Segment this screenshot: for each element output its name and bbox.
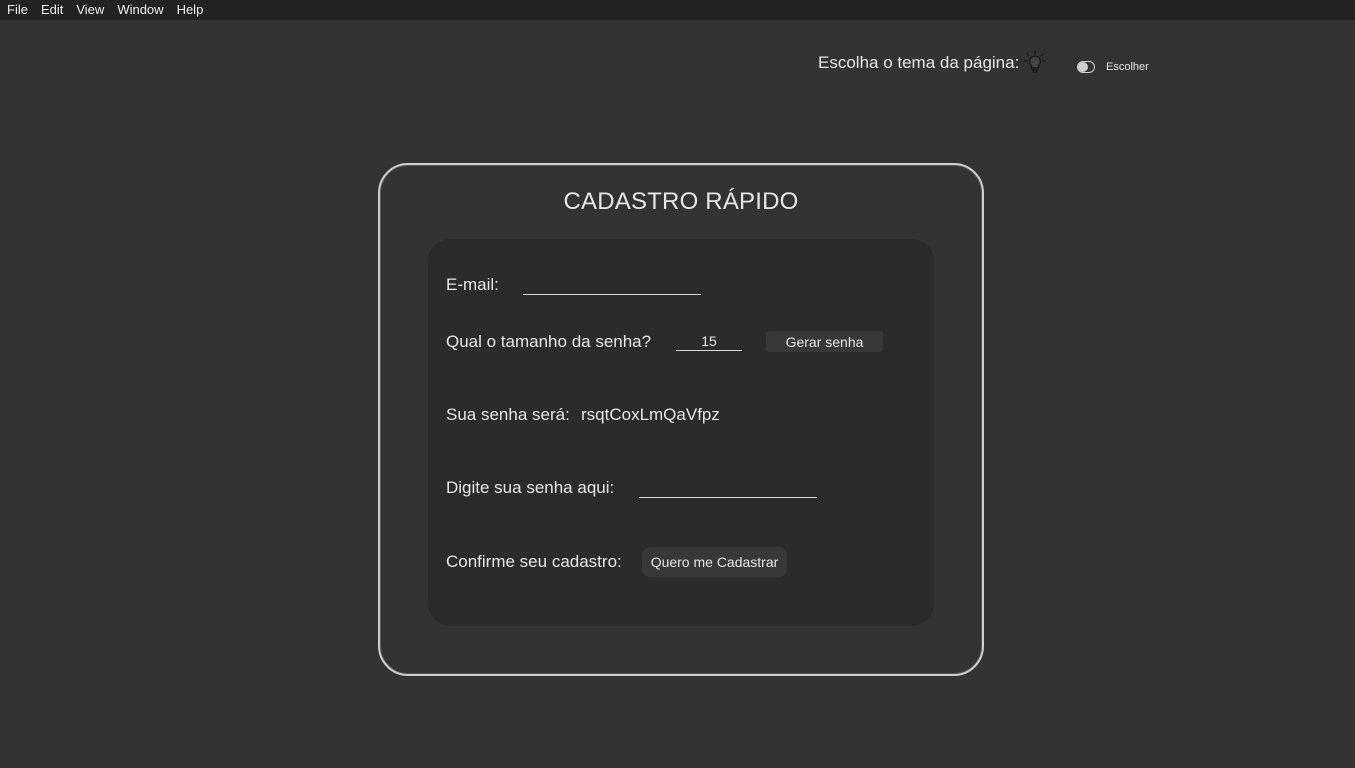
toggle-switch[interactable] [1077, 61, 1095, 73]
generated-password-value: rsqtCoxLmQaVfpz [581, 405, 720, 424]
toggle-knob [1078, 62, 1088, 72]
menu-help[interactable]: Help [170, 0, 210, 20]
generate-password-button[interactable]: Gerar senha [766, 331, 883, 352]
lightbulb-icon [1024, 50, 1047, 76]
email-field[interactable] [523, 276, 701, 295]
menu-bar: File Edit View Window Help [0, 0, 1355, 20]
menu-file[interactable]: File [0, 0, 34, 20]
theme-picker: Escolha o tema da página: [818, 50, 1047, 76]
theme-toggle[interactable]: Escolher [1077, 61, 1149, 73]
password-size-input[interactable] [676, 332, 742, 351]
menu-window[interactable]: Window [110, 0, 169, 20]
register-button[interactable]: Quero me Cadastrar [642, 547, 787, 577]
menu-edit[interactable]: Edit [34, 0, 69, 20]
email-label: E-mail: [446, 275, 499, 294]
generated-password-label: Sua senha será: [446, 405, 570, 424]
menu-view[interactable]: View [69, 0, 110, 20]
confirm-label: Confirme seu cadastro: [446, 552, 622, 571]
toggle-label: Escolher [1106, 61, 1149, 73]
password-size-label: Qual o tamanho da senha? [446, 332, 652, 351]
signup-card: CADASTRO RÁPIDO E-mail: Qual o tamanho d… [378, 163, 984, 676]
theme-label: Escolha o tema da página: [818, 53, 1020, 72]
password-field[interactable] [639, 479, 817, 498]
card-title: CADASTRO RÁPIDO [563, 188, 799, 215]
type-password-label: Digite sua senha aqui: [446, 478, 615, 497]
form-panel: E-mail: Qual o tamanho da senha? Gerar s… [428, 239, 934, 626]
